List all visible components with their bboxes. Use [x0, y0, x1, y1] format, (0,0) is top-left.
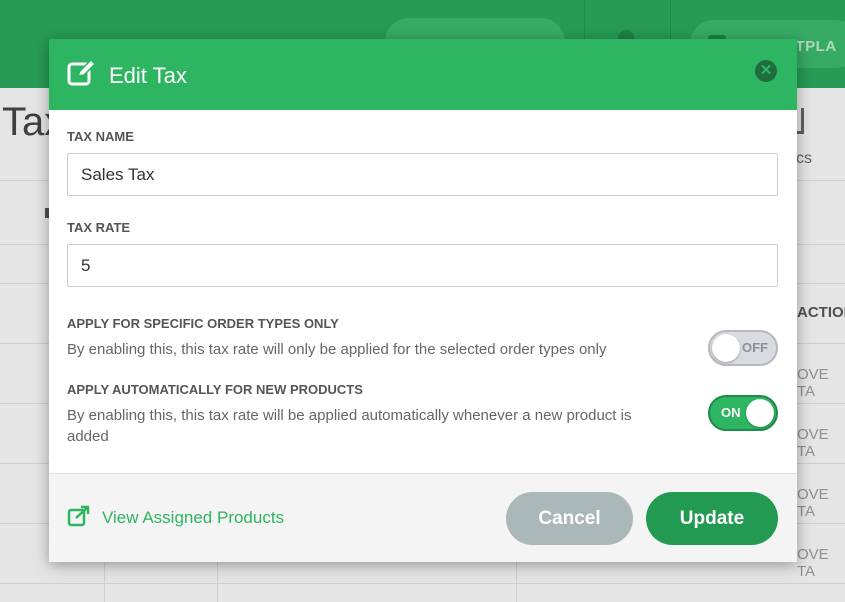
toggle-knob — [712, 334, 740, 362]
auto-apply-toggle[interactable]: ON — [708, 395, 778, 431]
tax-rate-input[interactable] — [67, 244, 778, 287]
edit-icon — [67, 58, 97, 87]
tax-name-label: TAX NAME — [67, 129, 134, 144]
auto-apply-title: APPLY AUTOMATICALLY FOR NEW PRODUCTS — [67, 382, 363, 397]
modal-title: Edit Tax — [109, 63, 187, 88]
update-button[interactable]: Update — [646, 492, 778, 545]
toggle-knob — [746, 399, 774, 427]
modal-footer: View Assigned Products Cancel Update — [49, 473, 797, 562]
view-assigned-products-link[interactable]: View Assigned Products — [102, 508, 284, 528]
edit-tax-modal: Edit Tax ✕ TAX NAME TAX RATE APPLY FOR S… — [49, 39, 797, 562]
external-link-icon[interactable] — [67, 505, 91, 527]
close-icon[interactable]: ✕ — [755, 60, 777, 82]
tax-rate-label: TAX RATE — [67, 220, 131, 235]
toggle-state: OFF — [742, 340, 768, 355]
tax-name-input[interactable] — [67, 153, 778, 196]
modal-header: Edit Tax ✕ — [49, 39, 797, 110]
cancel-button[interactable]: Cancel — [506, 492, 633, 545]
auto-apply-description: By enabling this, this tax rate will be … — [67, 407, 632, 445]
toggle-state: ON — [721, 405, 741, 420]
order-types-toggle[interactable]: OFF — [708, 330, 778, 366]
order-types-title: APPLY FOR SPECIFIC ORDER TYPES ONLY — [67, 316, 339, 331]
order-types-description: By enabling this, this tax rate will onl… — [67, 341, 607, 358]
